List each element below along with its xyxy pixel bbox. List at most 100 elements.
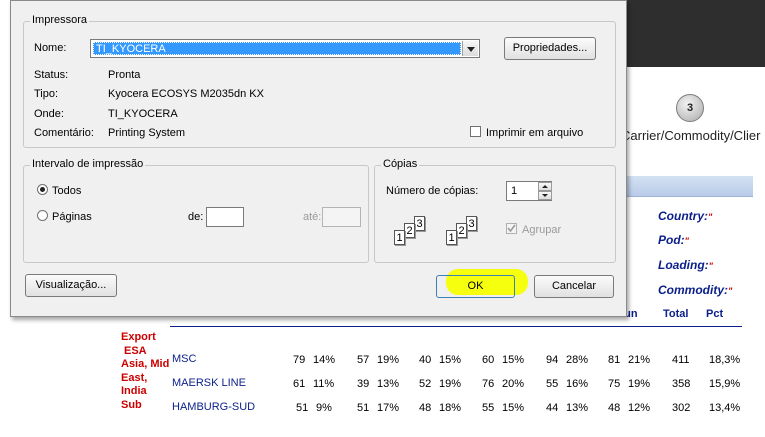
printer-name-select[interactable]: TI_KYOCERA xyxy=(90,39,480,58)
where-value: TI_KYOCERA xyxy=(108,108,178,120)
spin-up-icon[interactable] xyxy=(538,182,552,191)
filter-marker: " xyxy=(684,236,689,246)
filter-marker: " xyxy=(708,261,713,271)
from-page-input[interactable] xyxy=(206,207,244,227)
spin-down-icon[interactable] xyxy=(538,191,552,200)
cell: 13% xyxy=(377,378,400,390)
cell: 16% xyxy=(566,378,589,390)
comment-value: Printing System xyxy=(108,127,186,139)
collate-checkbox[interactable] xyxy=(506,223,517,234)
cell: 411 xyxy=(672,354,690,366)
cell: 19% xyxy=(628,378,651,390)
filter-commodity[interactable]: Commodity:" xyxy=(658,283,732,297)
header-divider xyxy=(170,326,742,327)
cell: 79 xyxy=(293,354,306,366)
step-label: Carrier/Commodity/Clier xyxy=(621,128,761,143)
carrier-name[interactable]: HAMBURG-SUD xyxy=(172,401,255,413)
cell: 19% xyxy=(439,378,462,390)
filter-pod[interactable]: Pod:" xyxy=(658,233,689,247)
range-all-label[interactable]: Todos xyxy=(52,185,81,197)
properties-button[interactable]: Propriedades... xyxy=(504,37,596,60)
region-line: Sub xyxy=(121,398,142,411)
report-header-bar xyxy=(620,0,765,67)
type-label: Tipo: xyxy=(34,88,59,100)
region-line: ESA xyxy=(124,344,147,357)
where-label: Onde: xyxy=(34,108,64,120)
copies-group: Cópias xyxy=(374,158,616,263)
filter-label: Commodity: xyxy=(658,283,728,297)
filter-loading[interactable]: Loading:" xyxy=(658,258,713,272)
collate-label[interactable]: Agrupar xyxy=(522,224,561,236)
ok-button[interactable]: OK xyxy=(436,275,515,298)
cell: 75 xyxy=(608,378,621,390)
page-icon: 2 xyxy=(456,223,467,238)
to-label: até: xyxy=(303,211,322,223)
cell: 61 xyxy=(293,378,306,390)
printer-group-title: Impressora xyxy=(30,14,90,26)
filter-country[interactable]: Country:" xyxy=(658,209,712,223)
cell: 19% xyxy=(377,354,400,366)
region-line: India xyxy=(121,385,147,397)
cell: 18,3% xyxy=(709,354,741,366)
cell: 18% xyxy=(439,402,462,414)
cell: 39 xyxy=(357,378,370,390)
cell: 55 xyxy=(482,402,495,414)
preview-button[interactable]: Visualização... xyxy=(25,274,117,297)
cancel-button[interactable]: Cancelar xyxy=(534,275,614,298)
step-indicator[interactable]: 3 xyxy=(676,94,704,122)
cell: 302 xyxy=(672,402,691,414)
region-line: Export xyxy=(121,331,156,343)
range-pages-label[interactable]: Páginas xyxy=(52,211,92,223)
print-to-file-label[interactable]: Imprimir em arquivo xyxy=(486,127,583,139)
type-value: Kyocera ECOSYS M2035dn KX xyxy=(108,88,264,100)
printer-name-value: TI_KYOCERA xyxy=(93,42,461,55)
region-line: Asia, Mid xyxy=(121,358,170,370)
cell: 15,9% xyxy=(709,378,741,390)
cell: 81 xyxy=(608,354,621,366)
page-icon: 1 xyxy=(394,230,405,245)
to-page-input[interactable] xyxy=(322,207,361,227)
cell: 15% xyxy=(502,402,525,414)
range-pages-radio[interactable] xyxy=(37,210,48,221)
cell: 12% xyxy=(628,402,651,414)
region-label: Export ESA Asia, Mid East, India Sub xyxy=(121,331,169,412)
filter-label: Country: xyxy=(658,209,708,223)
cell: 55 xyxy=(546,378,559,390)
cell: 9% xyxy=(316,402,332,414)
from-label: de: xyxy=(188,211,204,223)
cell: 28% xyxy=(566,354,589,366)
carrier-name[interactable]: MAERSK LINE xyxy=(172,377,246,389)
page-icon: 3 xyxy=(466,216,477,231)
cell: 51 xyxy=(296,402,309,414)
cell: 21% xyxy=(628,354,651,366)
copies-value: 1 xyxy=(511,185,518,197)
cell: 11% xyxy=(313,378,335,390)
cell: 94 xyxy=(546,354,559,366)
page-icon: 1 xyxy=(446,230,457,245)
carrier-name[interactable]: MSC xyxy=(172,353,196,365)
cell: 358 xyxy=(672,378,691,390)
page-icon: 2 xyxy=(404,223,415,238)
cell: 52 xyxy=(419,378,432,390)
print-range-title: Intervalo de impressão xyxy=(30,158,146,170)
cell: 13% xyxy=(566,402,589,414)
cell: 48 xyxy=(419,402,432,414)
filter-marker: " xyxy=(728,286,733,296)
cell: 15% xyxy=(439,354,462,366)
range-all-radio[interactable] xyxy=(37,184,48,195)
cell: 15% xyxy=(502,354,525,366)
cell: 17% xyxy=(377,402,400,414)
column-header-pct: Pct xyxy=(706,308,724,320)
cell: 20% xyxy=(502,378,525,390)
cell: 13,4% xyxy=(709,402,741,414)
filter-marker: " xyxy=(708,212,713,222)
cell: 48 xyxy=(608,402,621,414)
page-icon: 3 xyxy=(414,216,425,231)
cell: 14% xyxy=(313,354,336,366)
cell: 51 xyxy=(357,402,370,414)
copies-label: Número de cópias: xyxy=(386,185,479,197)
print-to-file-checkbox[interactable] xyxy=(470,126,481,137)
cell: 57 xyxy=(357,354,370,366)
chevron-down-icon[interactable] xyxy=(462,41,478,56)
status-label: Status: xyxy=(34,69,69,81)
